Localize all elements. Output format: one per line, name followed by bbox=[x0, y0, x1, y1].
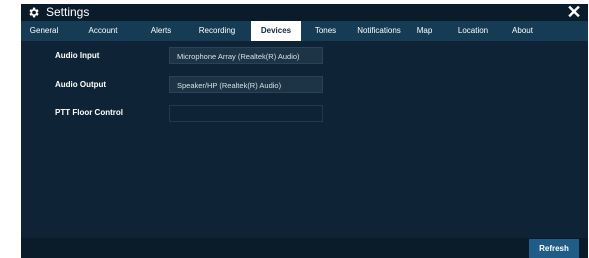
tab-tones[interactable]: Tones bbox=[301, 21, 350, 41]
tab-alerts[interactable]: Alerts bbox=[139, 21, 183, 41]
audio-input-label: Audio Input bbox=[55, 51, 100, 60]
tab-about[interactable]: About bbox=[505, 21, 540, 41]
title-bar: Settings ✕ bbox=[21, 3, 588, 21]
close-icon[interactable]: ✕ bbox=[566, 3, 582, 21]
tab-devices[interactable]: Devices bbox=[251, 21, 301, 41]
tab-general[interactable]: General bbox=[21, 21, 67, 41]
tab-recording[interactable]: Recording bbox=[183, 21, 251, 41]
window-title: Settings bbox=[46, 5, 90, 19]
tab-account[interactable]: Account bbox=[67, 21, 139, 41]
ptt-floor-control-label: PTT Floor Control bbox=[55, 108, 123, 117]
audio-output-label: Audio Output bbox=[55, 80, 107, 89]
tab-map[interactable]: Map bbox=[408, 21, 441, 41]
tab-notifications[interactable]: Notifications bbox=[350, 21, 408, 41]
tab-bar: General Account Alerts Recording Devices… bbox=[21, 21, 588, 41]
gear-icon bbox=[29, 7, 39, 18]
ptt-floor-control-select[interactable] bbox=[169, 105, 323, 122]
footer-bar: Refresh bbox=[21, 238, 588, 258]
audio-output-select[interactable]: Speaker/HP (Realtek(R) Audio) bbox=[169, 76, 323, 93]
settings-window: Settings ✕ General Account Alerts Record… bbox=[21, 3, 588, 258]
tab-location[interactable]: Location bbox=[441, 21, 505, 41]
devices-panel: Audio Input Microphone Array (Realtek(R)… bbox=[21, 41, 588, 238]
audio-input-select[interactable]: Microphone Array (Realtek(R) Audio) bbox=[169, 47, 323, 64]
refresh-button[interactable]: Refresh bbox=[529, 239, 579, 258]
